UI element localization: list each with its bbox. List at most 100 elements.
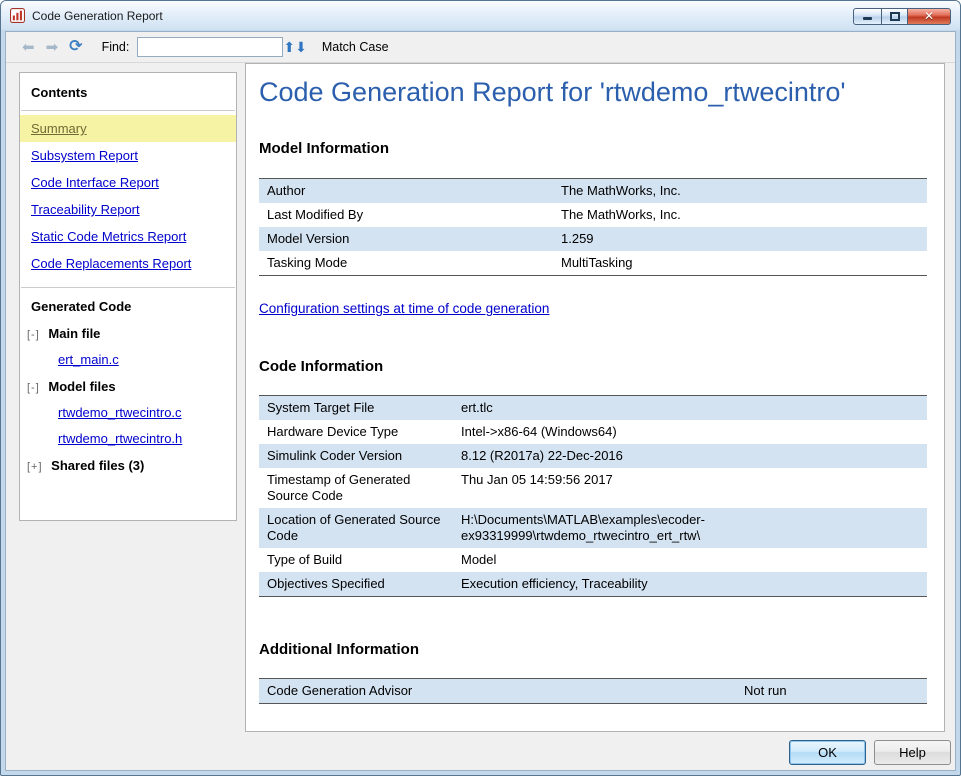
code-information-heading: Code Information xyxy=(259,358,927,375)
table-row: Code Generation Advisor Not run xyxy=(259,679,927,703)
tree-leaf-model-h: rtwdemo_rtwecintro.h xyxy=(20,426,236,452)
row-value: The MathWorks, Inc. xyxy=(553,203,927,227)
close-icon: ✕ xyxy=(908,9,950,24)
contents-sidebar: Contents Summary Subsystem Report Code I… xyxy=(19,72,237,521)
report-title: Code Generation Report for 'rtwdemo_rtwe… xyxy=(259,77,927,108)
tree-leaf-model-c: rtwdemo_rtwecintro.c xyxy=(20,400,236,426)
traceability-report-link[interactable]: Traceability Report xyxy=(31,202,140,217)
row-key: Location of Generated Source Code xyxy=(259,508,453,548)
find-input[interactable] xyxy=(137,37,283,57)
window-controls: ✕ xyxy=(854,8,951,25)
table-row: Tasking Mode MultiTasking xyxy=(259,251,927,275)
help-button[interactable]: Help xyxy=(874,740,951,765)
row-value: 8.12 (R2017a) 22-Dec-2016 xyxy=(453,444,927,468)
contents-heading: Contents xyxy=(20,78,236,106)
table-row: Last Modified By The MathWorks, Inc. xyxy=(259,203,927,227)
maximize-icon xyxy=(890,12,900,21)
match-case-option[interactable]: Match Case xyxy=(322,40,389,54)
close-button[interactable]: ✕ xyxy=(907,8,951,25)
configuration-settings-row: Configuration settings at time of code g… xyxy=(259,301,927,316)
sidebar-item-static-code-metrics-report[interactable]: Static Code Metrics Report xyxy=(20,223,236,250)
maximize-button[interactable] xyxy=(881,8,908,25)
window-title: Code Generation Report xyxy=(32,9,163,23)
code-generation-report-window: Code Generation Report ✕ ⬅ ➡ ⟳ Find: ⬆ ⬇… xyxy=(0,0,961,776)
refresh-icon[interactable]: ⟳ xyxy=(69,39,82,55)
app-icon xyxy=(10,8,26,24)
content-area: Contents Summary Subsystem Report Code I… xyxy=(6,63,955,770)
sidebar-item-code-replacements-report[interactable]: Code Replacements Report xyxy=(20,250,236,277)
row-key: Hardware Device Type xyxy=(259,420,453,444)
row-key: Author xyxy=(259,179,553,203)
row-key: Timestamp of Generated Source Code xyxy=(259,468,453,508)
row-key: Last Modified By xyxy=(259,203,553,227)
expand-toggle-icon[interactable]: [+] xyxy=(27,461,43,473)
tree-node-shared-files: [+] Shared files (3) xyxy=(20,452,236,479)
minimize-icon xyxy=(863,17,872,20)
row-key: Objectives Specified xyxy=(259,572,453,596)
subsystem-report-link[interactable]: Subsystem Report xyxy=(31,148,138,163)
model-information-heading: Model Information xyxy=(259,140,927,157)
row-value: Intel->x86-64 (Windows64) xyxy=(453,420,927,444)
table-row: Timestamp of Generated Source Code Thu J… xyxy=(259,468,927,508)
row-value: 1.259 xyxy=(553,227,927,251)
collapse-toggle-icon[interactable]: [-] xyxy=(27,382,40,394)
table-row: Location of Generated Source Code H:\Doc… xyxy=(259,508,927,548)
additional-information-table: Code Generation Advisor Not run xyxy=(259,678,927,704)
model-information-table: Author The MathWorks, Inc. Last Modified… xyxy=(259,178,927,276)
generated-code-heading: Generated Code xyxy=(20,292,236,320)
dialog-footer: OK Help xyxy=(789,740,951,765)
summary-link[interactable]: Summary xyxy=(31,121,87,136)
rtwdemo-rtwecintro-c-link[interactable]: rtwdemo_rtwecintro.c xyxy=(58,405,182,420)
tree-node-label: Model files xyxy=(48,379,115,394)
find-previous-icon[interactable]: ⬆ xyxy=(283,40,295,54)
row-value: H:\Documents\MATLAB\examples\ecoder-ex93… xyxy=(453,508,798,548)
code-information-table: System Target File ert.tlc Hardware Devi… xyxy=(259,395,927,597)
sidebar-item-summary[interactable]: Summary xyxy=(20,115,236,142)
report-panel: Code Generation Report for 'rtwdemo_rtwe… xyxy=(245,63,945,732)
row-value: Execution efficiency, Traceability xyxy=(453,572,927,596)
code-interface-report-link[interactable]: Code Interface Report xyxy=(31,175,159,190)
tree-node-main-file: [-] Main file xyxy=(20,320,236,347)
row-value: Thu Jan 05 14:59:56 2017 xyxy=(453,468,927,508)
find-next-icon[interactable]: ⬇ xyxy=(295,40,307,54)
ok-button[interactable]: OK xyxy=(789,740,866,765)
table-row: System Target File ert.tlc xyxy=(259,396,927,420)
ert-main-c-link[interactable]: ert_main.c xyxy=(58,352,119,367)
row-key: Code Generation Advisor xyxy=(259,679,736,703)
row-value: MultiTasking xyxy=(553,251,927,275)
tree-node-label: Main file xyxy=(48,326,100,341)
code-replacements-report-link[interactable]: Code Replacements Report xyxy=(31,256,191,271)
forward-icon[interactable]: ➡ xyxy=(46,40,59,55)
table-row: Model Version 1.259 xyxy=(259,227,927,251)
rtwdemo-rtwecintro-h-link[interactable]: rtwdemo_rtwecintro.h xyxy=(58,431,182,446)
row-value: ert.tlc xyxy=(453,396,927,420)
row-value: Not run xyxy=(736,679,927,703)
tree-node-model-files: [-] Model files xyxy=(20,373,236,400)
row-key: Model Version xyxy=(259,227,553,251)
row-key: System Target File xyxy=(259,396,453,420)
find-label: Find: xyxy=(102,40,130,54)
titlebar: Code Generation Report ✕ xyxy=(1,1,960,30)
divider xyxy=(21,287,235,288)
divider xyxy=(21,110,235,111)
tree-node-label: Shared files (3) xyxy=(51,458,144,473)
table-row: Objectives Specified Execution efficienc… xyxy=(259,572,927,596)
window-body: ⬅ ➡ ⟳ Find: ⬆ ⬇ Match Case Contents Summ… xyxy=(5,31,956,771)
table-row: Author The MathWorks, Inc. xyxy=(259,179,927,203)
row-key: Type of Build xyxy=(259,548,453,572)
back-icon[interactable]: ⬅ xyxy=(22,40,35,55)
sidebar-item-traceability-report[interactable]: Traceability Report xyxy=(20,196,236,223)
table-row: Simulink Coder Version 8.12 (R2017a) 22-… xyxy=(259,444,927,468)
sidebar-item-subsystem-report[interactable]: Subsystem Report xyxy=(20,142,236,169)
tree-leaf-ert-main-c: ert_main.c xyxy=(20,347,236,373)
minimize-button[interactable] xyxy=(853,8,882,25)
static-code-metrics-report-link[interactable]: Static Code Metrics Report xyxy=(31,229,186,244)
additional-information-heading: Additional Information xyxy=(259,641,927,658)
row-key: Tasking Mode xyxy=(259,251,553,275)
sidebar-item-code-interface-report[interactable]: Code Interface Report xyxy=(20,169,236,196)
table-row: Type of Build Model xyxy=(259,548,927,572)
row-key: Simulink Coder Version xyxy=(259,444,453,468)
configuration-settings-link[interactable]: Configuration settings at time of code g… xyxy=(259,301,549,316)
collapse-toggle-icon[interactable]: [-] xyxy=(27,329,40,341)
table-row: Hardware Device Type Intel->x86-64 (Wind… xyxy=(259,420,927,444)
